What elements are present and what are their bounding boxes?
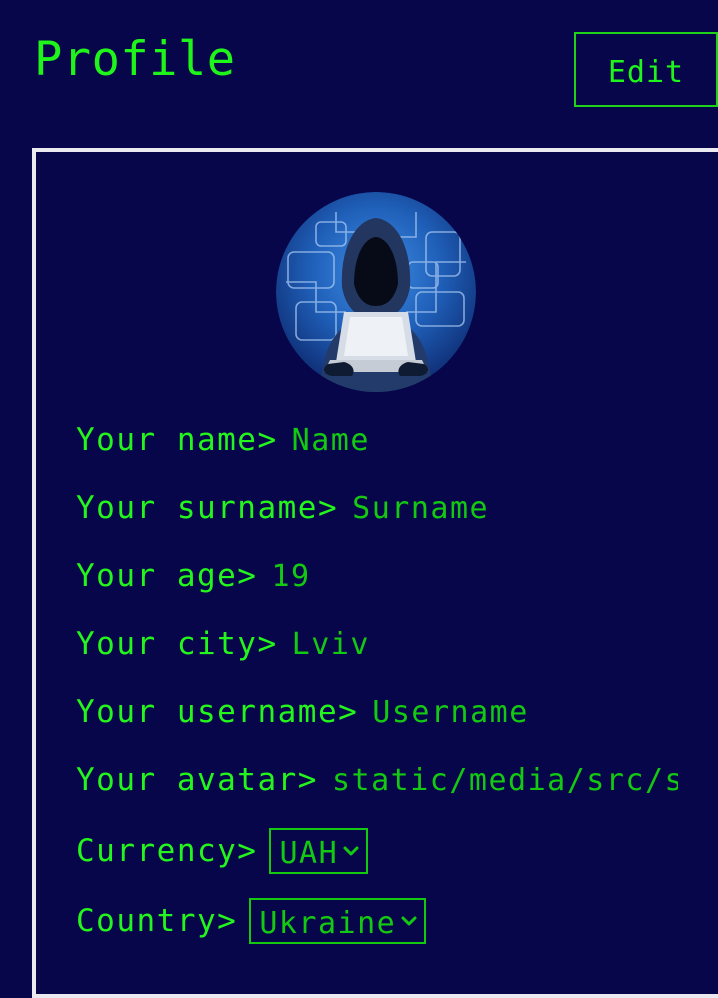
age-label: Your age>: [76, 558, 258, 594]
country-label: Country>: [76, 903, 238, 939]
avatar-label: Your avatar>: [76, 762, 318, 798]
field-row-name: Your name> Name: [76, 418, 370, 462]
name-label: Your name>: [76, 422, 278, 458]
currency-label: Currency>: [76, 833, 258, 869]
avatar: [276, 192, 476, 392]
field-row-age: Your age> 19: [76, 554, 311, 598]
field-row-username: Your username> Username: [76, 690, 529, 734]
username-value: Username: [372, 694, 529, 730]
page-title: Profile: [34, 32, 236, 87]
currency-select[interactable]: UAH: [269, 828, 369, 874]
chevron-down-icon: [343, 846, 359, 856]
chevron-down-icon: [401, 916, 417, 926]
age-value: 19: [271, 558, 311, 594]
edit-button[interactable]: Edit: [574, 32, 718, 107]
hooded-hacker-icon: [276, 192, 476, 392]
country-select[interactable]: Ukraine: [249, 898, 427, 944]
field-row-city: Your city> Lviv: [76, 622, 370, 666]
country-selected-value: Ukraine: [259, 905, 397, 941]
name-value: Name: [291, 422, 370, 458]
currency-row: Currency> UAH: [76, 826, 369, 876]
field-row-avatar: Your avatar> static/media/src/s: [76, 758, 678, 802]
avatar-path-value: static/media/src/s: [331, 762, 678, 798]
city-value: Lviv: [291, 626, 370, 662]
city-label: Your city>: [76, 626, 278, 662]
field-row-surname: Your surname> Surname: [76, 486, 489, 530]
surname-value: Surname: [352, 490, 490, 526]
username-label: Your username>: [76, 694, 359, 730]
currency-selected-value: UAH: [279, 835, 339, 871]
country-row: Country> Ukraine: [76, 896, 427, 946]
surname-label: Your surname>: [76, 490, 339, 526]
profile-card: Your name> Name Your surname> Surname Yo…: [32, 148, 718, 998]
